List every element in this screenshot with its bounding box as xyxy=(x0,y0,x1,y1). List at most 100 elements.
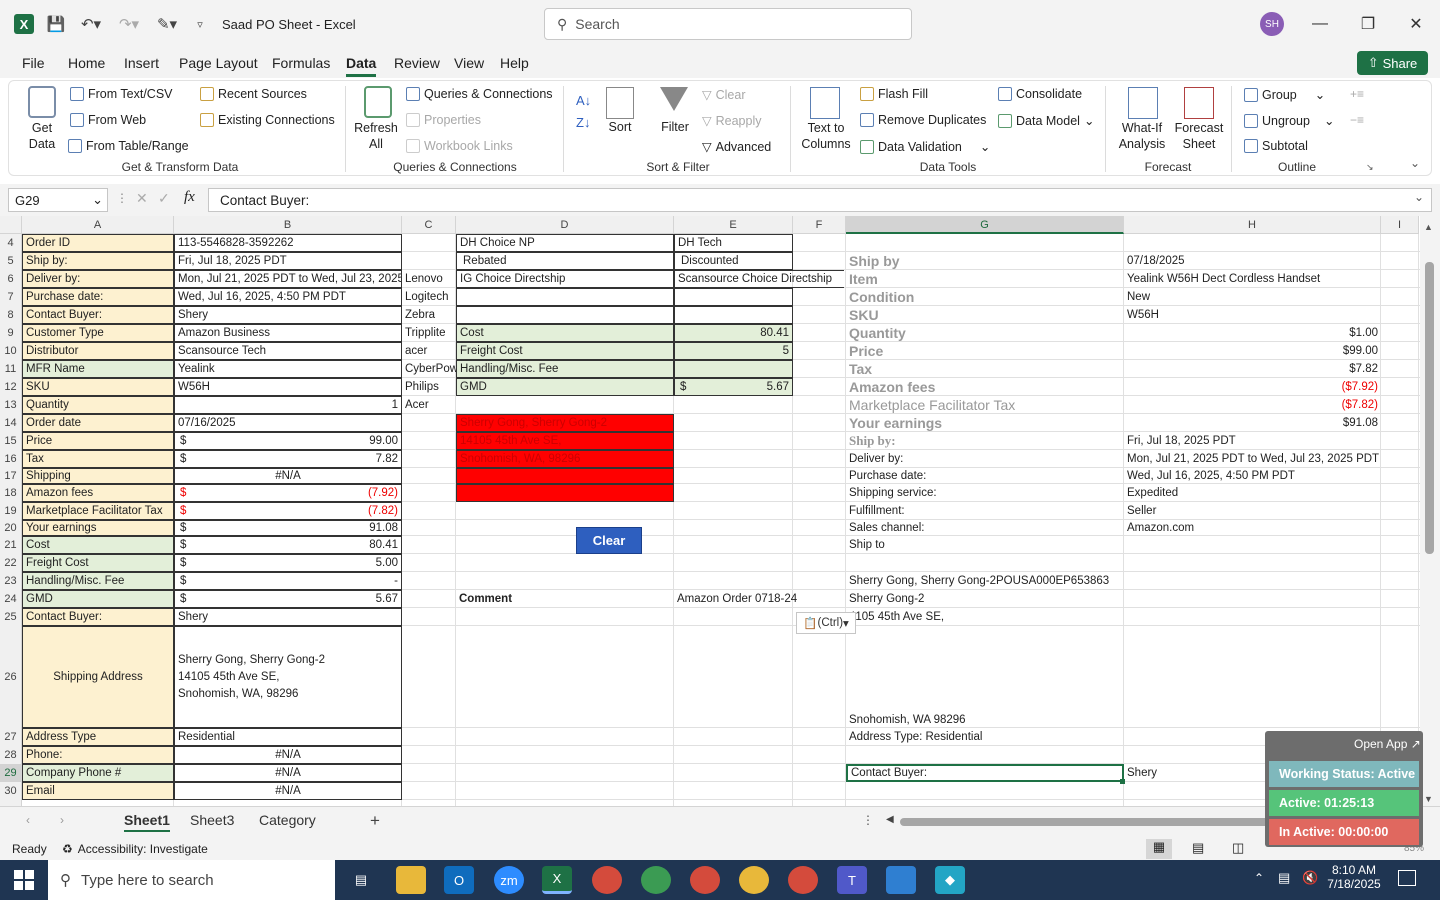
cell-g26[interactable]: Snohomish, WA 98296 xyxy=(846,626,1124,728)
undo-icon[interactable]: ↶▾ xyxy=(76,14,106,34)
cell-d5[interactable]: Rebated xyxy=(456,252,674,270)
tray-chevron-icon[interactable]: ⌃ xyxy=(1254,871,1264,885)
chrome-icon[interactable] xyxy=(641,866,671,894)
workbook-links-button[interactable]: Workbook Links xyxy=(406,139,513,153)
cell-b16[interactable]: $7.82 xyxy=(174,450,402,468)
cell-a30[interactable]: Email xyxy=(22,782,174,800)
ungroup-button[interactable]: Ungroup ⌄ xyxy=(1244,113,1334,128)
cell-b30[interactable]: #N/A xyxy=(174,782,402,800)
menu-page-layout[interactable]: Page Layout xyxy=(179,55,258,71)
cell-h5[interactable]: 07/18/2025 xyxy=(1124,252,1381,270)
queries-connections-button[interactable]: Queries & Connections xyxy=(406,87,553,101)
cell-a20[interactable]: Your earnings xyxy=(22,520,174,536)
cell-b18[interactable]: $ (7.92) xyxy=(174,484,402,502)
cell-b11[interactable]: Yealink xyxy=(174,360,402,378)
notifications-icon[interactable] xyxy=(1398,870,1416,886)
cell-d8[interactable] xyxy=(456,306,674,324)
show-detail-icon[interactable]: +≡ xyxy=(1350,87,1364,101)
col-header-a[interactable]: A xyxy=(22,216,174,234)
cell-c8[interactable]: Zebra xyxy=(402,306,456,324)
cell-g7[interactable]: Condition xyxy=(846,288,1124,306)
cell-e10[interactable]: 5 xyxy=(674,342,793,360)
chrome-icon[interactable] xyxy=(592,866,622,894)
cell-c11[interactable]: CyberPow xyxy=(402,360,456,378)
cell-b28[interactable]: #N/A xyxy=(174,746,402,764)
cell-g27[interactable]: Address Type: Residential xyxy=(846,728,1124,746)
close-icon[interactable]: ✕ xyxy=(1402,10,1430,38)
row-header[interactable]: 23 xyxy=(0,572,22,590)
menu-home[interactable]: Home xyxy=(68,55,105,71)
subtotal-button[interactable]: Subtotal xyxy=(1244,139,1308,153)
minimize-icon[interactable]: — xyxy=(1306,10,1334,38)
chrome-icon[interactable] xyxy=(690,866,720,894)
row-header[interactable]: 27 xyxy=(0,728,22,746)
cell-h7[interactable]: New xyxy=(1124,288,1381,306)
cell-e6[interactable]: Scansource Choice Directship xyxy=(674,270,844,288)
scroll-down-icon[interactable]: ▼ xyxy=(1424,794,1433,804)
sheet-tab-category[interactable]: Category xyxy=(259,812,316,828)
more-options-icon[interactable]: ⋮ xyxy=(862,813,874,827)
text-to-columns-button[interactable]: Text to Columns xyxy=(800,120,852,152)
col-header-c[interactable]: C xyxy=(402,216,456,234)
cell-g20[interactable]: Sales channel: xyxy=(846,520,1124,536)
cell-b12[interactable]: W56H xyxy=(174,378,402,396)
cell-a13[interactable]: Quantity xyxy=(22,396,174,414)
refresh-all-button[interactable]: Refresh All xyxy=(352,120,400,152)
cell-a12[interactable]: SKU xyxy=(22,378,174,396)
cell-c6[interactable]: Lenovo xyxy=(402,270,456,288)
filter-button[interactable]: Filter xyxy=(658,120,692,134)
cell-b17[interactable]: #N/A xyxy=(174,468,402,484)
cell-b29[interactable]: #N/A xyxy=(174,764,402,782)
scroll-up-icon[interactable]: ▲ xyxy=(1424,222,1433,232)
next-sheet-icon[interactable]: › xyxy=(60,813,64,827)
what-if-analysis-button[interactable]: What-If Analysis xyxy=(1114,120,1170,152)
cell-c13[interactable]: Acer xyxy=(402,396,456,414)
cell-e4[interactable]: DH Tech xyxy=(674,234,793,252)
data-model-button[interactable]: Data Model ⌄ xyxy=(998,113,1094,128)
cell-a18[interactable]: Amazon fees xyxy=(22,484,174,502)
red-address-cell[interactable]: 14105 45th Ave SE, xyxy=(456,432,674,450)
active-cell-g29[interactable]: Contact Buyer: xyxy=(846,764,1124,782)
row-header[interactable]: 22 xyxy=(0,554,22,572)
cell-e7[interactable] xyxy=(674,288,793,306)
cell-a7[interactable]: Purchase date: xyxy=(22,288,174,306)
comment-value[interactable]: Amazon Order 0718-24 xyxy=(674,590,844,608)
cell-b22[interactable]: $5.00 xyxy=(174,554,402,572)
cell-h18[interactable]: Expedited xyxy=(1124,484,1381,502)
filter-icon[interactable] xyxy=(660,87,688,111)
cell-b21[interactable]: $80.41 xyxy=(174,536,402,554)
cell-b24[interactable]: $5.67 xyxy=(174,590,402,608)
customize-qat-icon[interactable]: ▿ xyxy=(192,14,208,34)
cell-h9[interactable]: $1.00 xyxy=(1124,324,1381,342)
cell-b13[interactable]: 1 xyxy=(174,396,402,414)
page-break-view-icon[interactable]: ◫ xyxy=(1232,840,1244,856)
red-address-cell[interactable]: Sherry Gong, Sherry Gong-2 xyxy=(456,414,674,432)
cell-b20[interactable]: $91.08 xyxy=(174,520,402,536)
cell-a5[interactable]: Ship by: xyxy=(22,252,174,270)
cell-h6[interactable]: Yealink W56H Dect Cordless Handset xyxy=(1124,270,1381,288)
cell-a28[interactable]: Phone: xyxy=(22,746,174,764)
sort-icon[interactable] xyxy=(606,87,634,119)
cell-b6[interactable]: Mon, Jul 21, 2025 PDT to Wed, Jul 23, 20… xyxy=(174,270,402,288)
menu-formulas[interactable]: Formulas xyxy=(272,55,330,71)
get-data-button[interactable]: Get Data xyxy=(20,120,64,152)
cell-b27[interactable]: Residential xyxy=(174,728,402,746)
row-header[interactable]: 5 xyxy=(0,252,22,270)
teams-icon[interactable]: T xyxy=(837,866,867,894)
save-icon[interactable]: 💾 xyxy=(46,14,66,34)
red-address-cell[interactable] xyxy=(456,484,674,502)
cell-b5[interactable]: Fri, Jul 18, 2025 PDT xyxy=(174,252,402,270)
cell-a14[interactable]: Order date xyxy=(22,414,174,432)
flash-fill-button[interactable]: Flash Fill xyxy=(860,87,928,101)
clear-filter-button[interactable]: ▽ Clear xyxy=(702,87,746,103)
volume-icon[interactable]: 🔇 xyxy=(1302,870,1318,886)
cell-g17[interactable]: Purchase date: xyxy=(846,468,1124,484)
cell-h20[interactable]: Amazon.com xyxy=(1124,520,1381,536)
cell-e11[interactable] xyxy=(674,360,793,378)
row-header[interactable]: 18 xyxy=(0,484,22,502)
cell-a6[interactable]: Deliver by: xyxy=(22,270,174,288)
cell-d10[interactable]: Freight Cost xyxy=(456,342,674,360)
cell-b4[interactable]: 113-5546828-3592262 xyxy=(174,234,402,252)
red-address-cell[interactable] xyxy=(456,468,674,484)
cell-e9[interactable]: 80.41 xyxy=(674,324,793,342)
